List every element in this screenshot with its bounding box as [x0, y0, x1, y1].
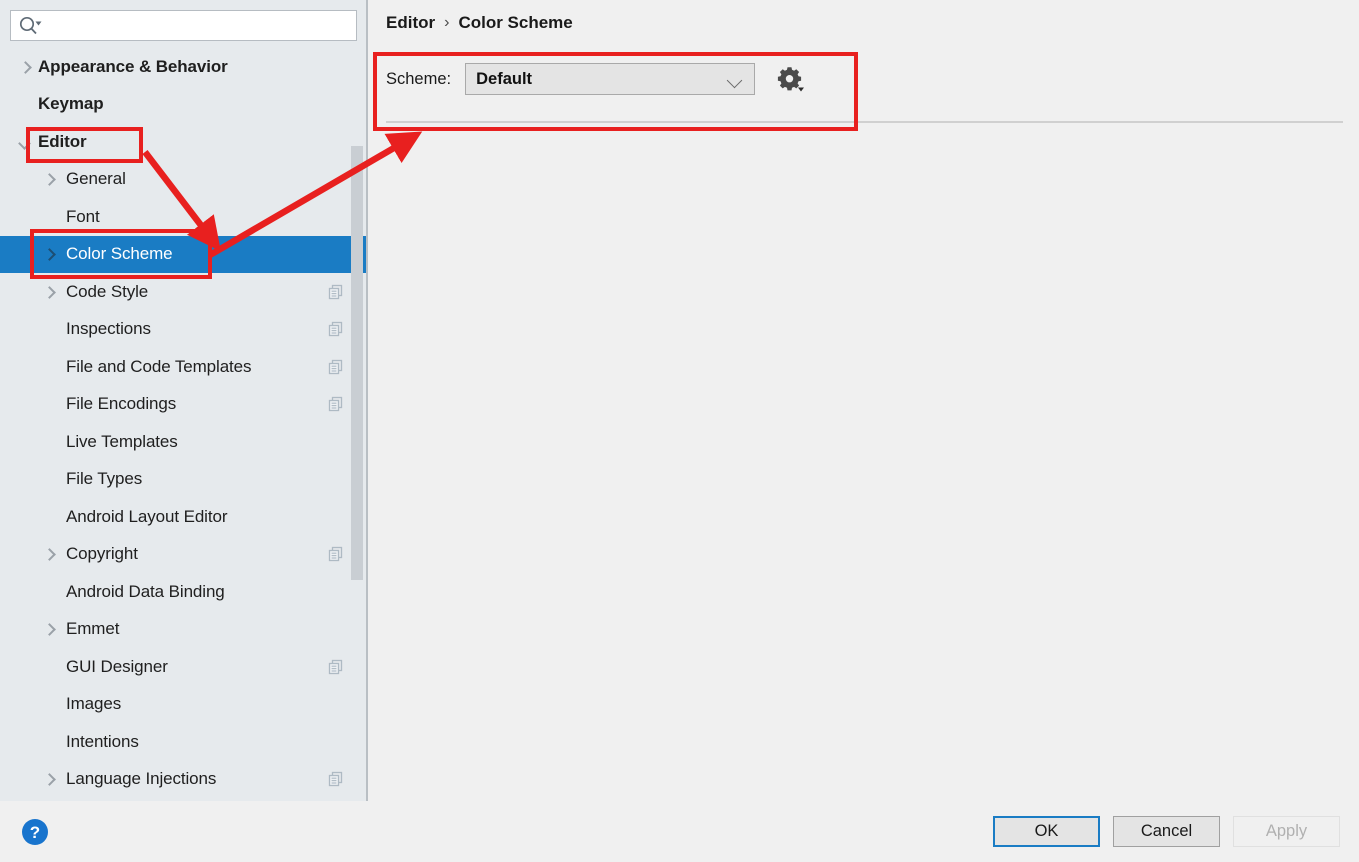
sidebar-item-label: Emmet	[66, 619, 120, 639]
sidebar-item-label: Editor	[38, 131, 87, 151]
sidebar-item-label: Code Style	[66, 281, 149, 301]
sidebar-scrollbar-thumb[interactable]	[351, 146, 363, 580]
copy-icon[interactable]	[328, 284, 344, 300]
sidebar-item-label: Inspections	[66, 319, 151, 339]
breadcrumb-separator-icon: ›	[444, 14, 450, 31]
sidebar-item-label: File Types	[66, 469, 143, 489]
chevron-right-icon[interactable]	[42, 172, 56, 186]
settings-tree[interactable]: Appearance & Behavior Keymap Editor General…	[0, 48, 366, 800]
scheme-label: Scheme:	[386, 69, 452, 88]
help-icon[interactable]: ?	[18, 816, 52, 848]
sidebar-item-label: General	[66, 169, 126, 189]
copy-icon[interactable]	[328, 546, 344, 562]
chevron-right-icon[interactable]	[42, 285, 56, 299]
copy-icon[interactable]	[328, 359, 344, 375]
chevron-right-icon[interactable]	[42, 622, 56, 636]
dialog-button-bar: ? OK Cancel Apply	[0, 801, 1359, 862]
sidebar-item-label: Color Scheme	[66, 244, 173, 264]
sidebar-item-gui-designer[interactable]: GUI Designer	[0, 648, 366, 686]
settings-sidebar: Appearance & Behavior Keymap Editor General…	[0, 0, 368, 801]
sidebar-item-file-and-code-templates[interactable]: File and Code Templates	[0, 348, 366, 386]
sidebar-item-label: Images	[66, 694, 122, 714]
search-icon	[18, 16, 44, 36]
sidebar-item-label: GUI Designer	[66, 656, 168, 676]
sidebar-item-file-types[interactable]: File Types	[0, 461, 366, 499]
sidebar-item-label: Appearance & Behavior	[38, 56, 228, 76]
sidebar-item-label: Keymap	[38, 94, 104, 114]
sidebar-item-language-injections[interactable]: Language Injections	[0, 761, 366, 799]
sidebar-item-android-data-binding[interactable]: Android Data Binding	[0, 573, 366, 611]
breadcrumb: Editor › Color Scheme	[386, 13, 573, 33]
chevron-down-icon	[726, 72, 743, 89]
sidebar-item-file-encodings[interactable]: File Encodings	[0, 386, 366, 424]
settings-content-panel: Editor › Color Scheme Scheme: Default	[370, 0, 1359, 801]
content-separator	[386, 121, 1343, 123]
sidebar-item-label: Live Templates	[66, 431, 178, 451]
scheme-selected-value: Default	[476, 69, 533, 88]
chevron-down-icon[interactable]	[18, 135, 32, 149]
sidebar-item-color-scheme[interactable]: Color Scheme	[0, 235, 366, 273]
apply-button[interactable]: Apply	[1233, 816, 1340, 847]
sidebar-item-images[interactable]: Images	[0, 686, 366, 724]
sidebar-item-label: Android Data Binding	[66, 581, 225, 601]
search-input[interactable]	[47, 11, 356, 42]
sidebar-item-label: Android Layout Editor	[66, 506, 228, 526]
sidebar-item-label: Copyright	[66, 544, 138, 564]
sidebar-item-label: Language Injections	[66, 769, 217, 789]
sidebar-item-appearance-behavior[interactable]: Appearance & Behavior	[0, 48, 366, 86]
sidebar-item-code-style[interactable]: Code Style	[0, 273, 366, 311]
sidebar-item-font[interactable]: Font	[0, 198, 366, 236]
sidebar-item-general[interactable]: General	[0, 161, 366, 199]
copy-icon[interactable]	[328, 771, 344, 787]
gear-icon[interactable]	[775, 65, 805, 93]
chevron-right-icon[interactable]	[18, 60, 32, 74]
sidebar-item-android-layout-editor[interactable]: Android Layout Editor	[0, 498, 366, 536]
chevron-right-icon[interactable]	[42, 547, 56, 561]
sidebar-item-label: File and Code Templates	[66, 356, 252, 376]
sidebar-item-label: Intentions	[66, 731, 139, 751]
sidebar-item-copyright[interactable]: Copyright	[0, 536, 366, 574]
cancel-button[interactable]: Cancel	[1113, 816, 1220, 847]
sidebar-item-emmet[interactable]: Emmet	[0, 611, 366, 649]
breadcrumb-parent[interactable]: Editor	[386, 13, 435, 33]
breadcrumb-current: Color Scheme	[458, 13, 573, 32]
sidebar-item-intentions[interactable]: Intentions	[0, 723, 366, 761]
ok-button[interactable]: OK	[993, 816, 1100, 847]
settings-dialog: Appearance & Behavior Keymap Editor General…	[0, 0, 1359, 862]
sidebar-item-editor[interactable]: Editor	[0, 123, 366, 161]
scheme-dropdown[interactable]: Default	[465, 63, 756, 95]
scheme-row: Scheme: Default	[386, 63, 805, 95]
help-glyph: ?	[22, 819, 48, 845]
sidebar-item-inspections[interactable]: Inspections	[0, 311, 366, 349]
sidebar-item-label: Font	[66, 206, 100, 226]
sidebar-item-keymap[interactable]: Keymap	[0, 86, 366, 124]
sidebar-item-live-templates[interactable]: Live Templates	[0, 423, 366, 461]
copy-icon[interactable]	[328, 396, 344, 412]
copy-icon[interactable]	[328, 321, 344, 337]
chevron-right-icon[interactable]	[42, 772, 56, 786]
copy-icon[interactable]	[328, 659, 344, 675]
chevron-right-icon[interactable]	[42, 247, 56, 261]
search-box[interactable]	[10, 10, 357, 42]
sidebar-item-label: File Encodings	[66, 394, 177, 414]
